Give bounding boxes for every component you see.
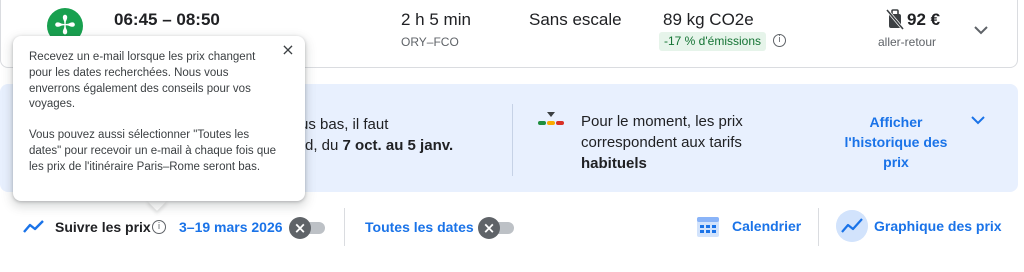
co2-emissions: 89 kg CO2e: [663, 10, 754, 29]
close-icon[interactable]: ×: [280, 42, 296, 58]
price-level-indicator-icon: [538, 112, 564, 125]
all-dates-link[interactable]: Toutes les dates: [365, 219, 474, 235]
price-graph-button[interactable]: Graphique des prix: [874, 218, 1002, 234]
price-history-link[interactable]: Afficher l'historique des prix: [840, 112, 952, 172]
tooltip-paragraph-1: Recevez un e-mail lorsque les prix chang…: [29, 51, 256, 111]
info-icon[interactable]: i: [152, 220, 166, 234]
chevron-down-icon[interactable]: [968, 110, 988, 130]
close-icon: ×: [478, 217, 500, 239]
insight-divider: [512, 104, 513, 176]
all-dates-toggle[interactable]: ×: [478, 217, 516, 239]
divider: [344, 208, 345, 246]
flight-route: ORY–FCO: [401, 35, 459, 49]
price-level-line2: correspondent aux tarifs: [581, 134, 742, 151]
selected-dates-link[interactable]: 3–19 mars 2026: [179, 219, 283, 235]
best-time-dates: 7 oct. au 5 janv.: [342, 137, 454, 154]
calendar-icon[interactable]: [694, 212, 722, 240]
price-level-line3: habituels: [581, 155, 647, 172]
price-graph-icon[interactable]: [836, 210, 868, 242]
calendar-button[interactable]: Calendrier: [732, 218, 801, 234]
close-icon: ×: [289, 217, 311, 239]
best-time-line1: us bas, il faut: [300, 116, 389, 133]
flight-duration: 2 h 5 min: [401, 10, 471, 29]
flight-stops: Sans escale: [529, 10, 622, 29]
emissions-badge: -17 % d'émissions: [659, 32, 766, 51]
track-prices-tooltip: Recevez un e-mail lorsque les prix chang…: [13, 36, 305, 201]
divider: [818, 208, 819, 246]
info-icon[interactable]: i: [773, 34, 786, 47]
chevron-down-icon[interactable]: [971, 20, 991, 40]
best-time-insight: us bas, il faut rd, du 7 oct. au 5 janv.: [300, 114, 453, 156]
best-time-line2: rd, du 7 oct. au 5 janv.: [300, 135, 453, 156]
price-level-text: Pour le moment, les prix correspondent a…: [581, 111, 743, 174]
price-level-line1: Pour le moment, les prix: [581, 113, 743, 130]
track-dates-toggle[interactable]: ×: [289, 217, 327, 239]
no-carry-on-bag-icon: [885, 9, 905, 30]
trending-line-icon: [23, 220, 44, 233]
flight-times: 06:45 – 08:50: [114, 10, 220, 29]
best-time-prefix: rd, du: [300, 137, 343, 154]
tooltip-paragraph-2: Vous pouvez aussi sélectionner "Toutes l…: [29, 129, 277, 173]
track-prices-label: Suivre les prix: [55, 219, 151, 235]
trip-type: aller-retour: [878, 35, 937, 49]
flight-price: 92 €: [907, 10, 941, 29]
